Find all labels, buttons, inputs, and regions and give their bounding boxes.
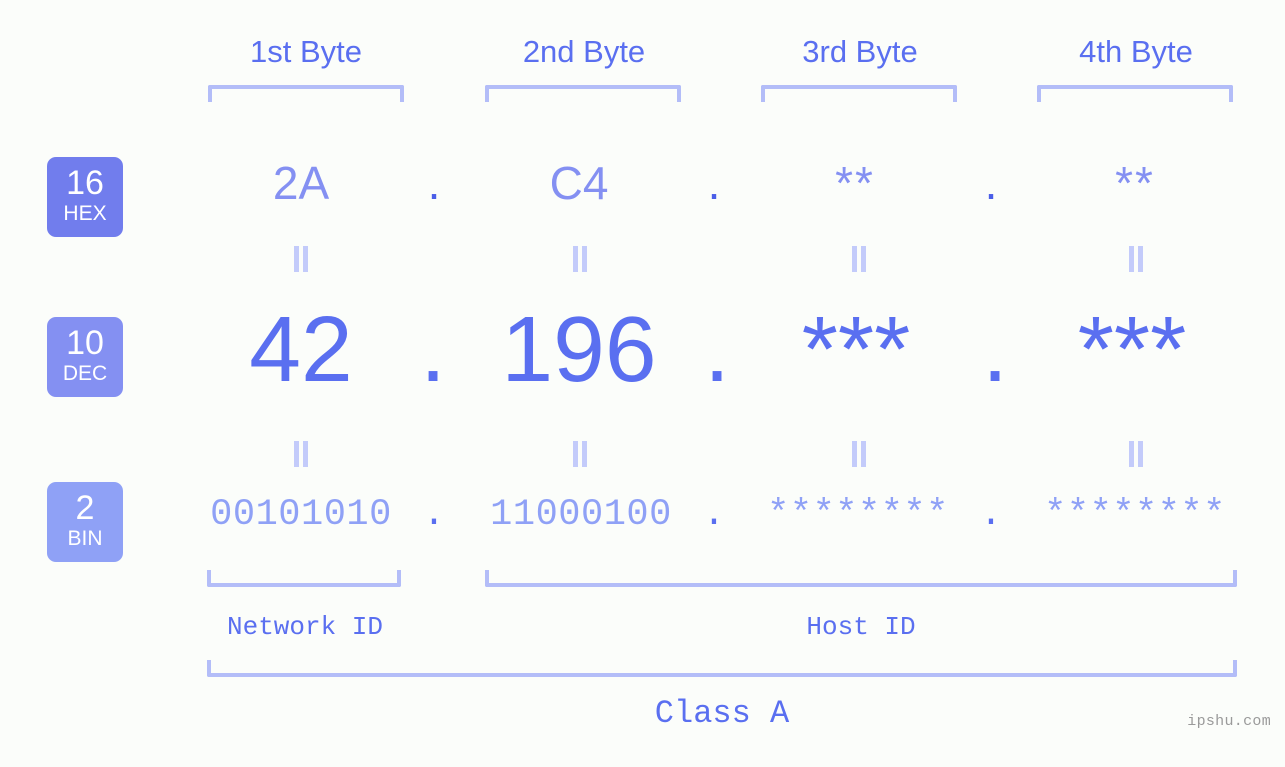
equals-mark-hex-dec-4 (1127, 246, 1145, 272)
bin-separator-1: . (422, 494, 446, 536)
site-watermark: ipshu.com (1187, 713, 1271, 730)
byte-bracket-top-4 (1037, 85, 1233, 102)
byte-label-3: 3rd Byte (802, 34, 918, 69)
class-bracket (207, 660, 1237, 677)
byte-label-4: 4th Byte (1079, 34, 1193, 69)
hex-byte-1: 2A (272, 157, 330, 209)
base-badge-dec-number: 10 (66, 324, 104, 362)
dec-byte-4: *** (1077, 297, 1187, 401)
bin-byte-3: ******** (767, 494, 949, 536)
hex-byte-2: C4 (549, 157, 609, 209)
byte-label-1: 1st Byte (250, 34, 362, 69)
base-badge-hex: 16 HEX (47, 157, 123, 237)
bin-separator-2: . (702, 494, 726, 536)
base-badge-dec: 10 DEC (47, 317, 123, 397)
base-badge-bin-number: 2 (75, 489, 95, 527)
hex-separator-1: . (427, 157, 441, 209)
byte-label-2: 2nd Byte (522, 34, 646, 69)
base-badge-bin-name: BIN (67, 527, 103, 550)
network-id-bracket (207, 570, 401, 587)
equals-mark-dec-bin-3 (850, 441, 868, 467)
equals-mark-dec-bin-1 (292, 441, 310, 467)
dec-separator-2: . (704, 297, 730, 401)
dec-byte-2: 196 (501, 297, 657, 401)
bin-byte-1: 00101010 (210, 494, 392, 536)
base-badge-dec-name: DEC (62, 362, 108, 385)
base-badge-hex-name: HEX (63, 202, 107, 225)
bin-separator-3: . (979, 494, 1003, 536)
host-id-label: Host ID (806, 612, 916, 642)
hex-separator-3: . (984, 157, 998, 209)
base-badge-bin: 2 BIN (47, 482, 123, 562)
hex-byte-4: ** (1115, 157, 1155, 209)
class-label: Class A (654, 695, 790, 732)
bin-byte-4: ******** (1044, 494, 1226, 536)
hex-separator-2: . (707, 157, 721, 209)
base-badge-hex-number: 16 (66, 164, 104, 202)
byte-bracket-top-2 (485, 85, 681, 102)
dec-separator-1: . (420, 297, 446, 401)
equals-mark-hex-dec-2 (571, 246, 589, 272)
equals-mark-dec-bin-4 (1127, 441, 1145, 467)
byte-bracket-top-3 (761, 85, 957, 102)
byte-bracket-top-1 (208, 85, 404, 102)
equals-mark-hex-dec-3 (850, 246, 868, 272)
equals-mark-hex-dec-1 (292, 246, 310, 272)
bin-byte-2: 11000100 (490, 494, 672, 536)
dec-byte-1: 42 (249, 297, 353, 401)
ip-address-breakdown-diagram: 1st Byte 2nd Byte 3rd Byte 4th Byte 16 H… (0, 0, 1285, 767)
network-id-label: Network ID (226, 612, 384, 642)
dec-separator-3: . (982, 297, 1008, 401)
equals-mark-dec-bin-2 (571, 441, 589, 467)
hex-byte-3: ** (835, 157, 875, 209)
host-id-bracket (485, 570, 1237, 587)
dec-byte-3: *** (801, 297, 911, 401)
